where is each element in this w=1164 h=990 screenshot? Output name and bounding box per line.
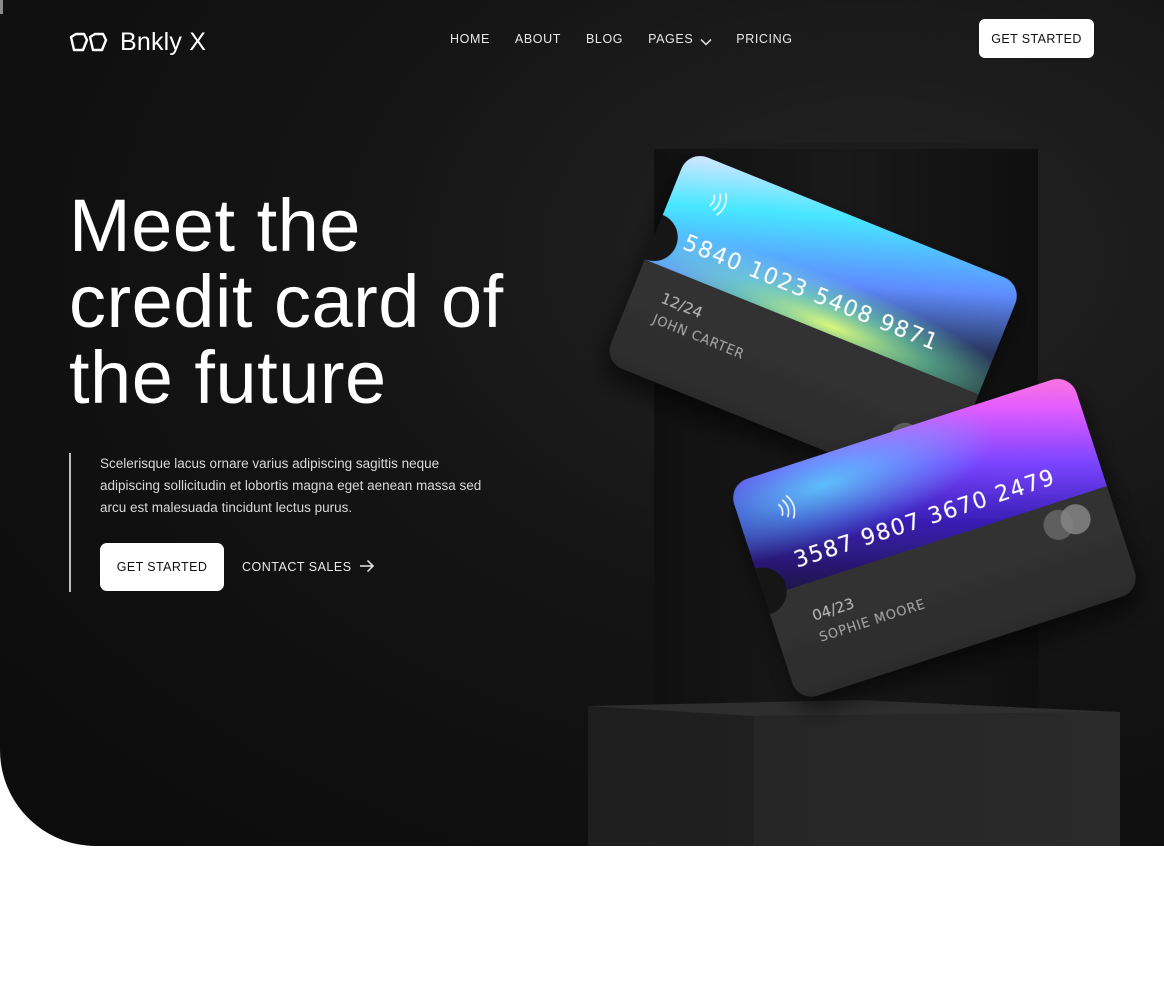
contactless-icon (777, 494, 796, 519)
card-holder: SOPHIE MOORE (818, 597, 928, 646)
hero-body: Scelerisque lacus ornare varius adipisci… (69, 453, 495, 592)
nav-pricing[interactable]: PRICING (736, 32, 792, 46)
pedestal (588, 706, 1120, 846)
credit-card-sophie-moore: 3587 9807 3670 2479 04/23 SOPHIE MOORE (728, 373, 1141, 702)
main-nav: HOME ABOUT BLOG PAGES PRICING (450, 32, 818, 46)
chevron-down-icon (700, 35, 712, 46)
card-expiry: 12/24 (658, 289, 705, 322)
display-pillar (654, 143, 1038, 713)
contact-sales-label: CONTACT SALES (242, 560, 352, 574)
nav-pages-dropdown[interactable]: PAGES (648, 32, 712, 46)
card-number: 5840 1023 5408 9871 (679, 231, 942, 357)
card-holder: JOHN CARTER (649, 312, 746, 363)
get-started-button[interactable]: GET STARTED (100, 543, 224, 591)
logo-icon (69, 32, 108, 54)
brand-logo[interactable]: Bnkly X (69, 28, 206, 57)
card-expiry: 04/23 (810, 594, 857, 624)
contactless-icon (709, 192, 727, 216)
hero-cta-group: GET STARTED CONTACT SALES (100, 543, 495, 591)
arrow-right-icon (359, 559, 375, 576)
card-network-logo (1043, 504, 1091, 540)
brand-name: Bnkly X (120, 28, 207, 56)
nav-blog[interactable]: BLOG (586, 32, 623, 46)
hero-description: Scelerisque lacus ornare varius adipisci… (100, 456, 482, 515)
nav-about[interactable]: ABOUT (515, 32, 561, 46)
hero-headline: Meet the credit card of the future (69, 184, 504, 419)
card-showcase: 5840 1023 5408 9871 12/24 JOHN CARTER 35… (588, 143, 1141, 846)
card-number: 3587 9807 3670 2479 (791, 465, 1059, 573)
header-get-started-button[interactable]: GET STARTED (979, 19, 1094, 58)
credit-card-john-carter: 5840 1023 5408 9871 12/24 JOHN CARTER (603, 150, 1023, 497)
corner-marker (0, 0, 3, 14)
hero-section: 5840 1023 5408 9871 12/24 JOHN CARTER 35… (0, 0, 1164, 846)
nav-home[interactable]: HOME (450, 32, 490, 46)
nav-pages-label: PAGES (648, 32, 694, 46)
card-network-logo (889, 422, 937, 460)
contact-sales-link[interactable]: CONTACT SALES (242, 559, 375, 576)
